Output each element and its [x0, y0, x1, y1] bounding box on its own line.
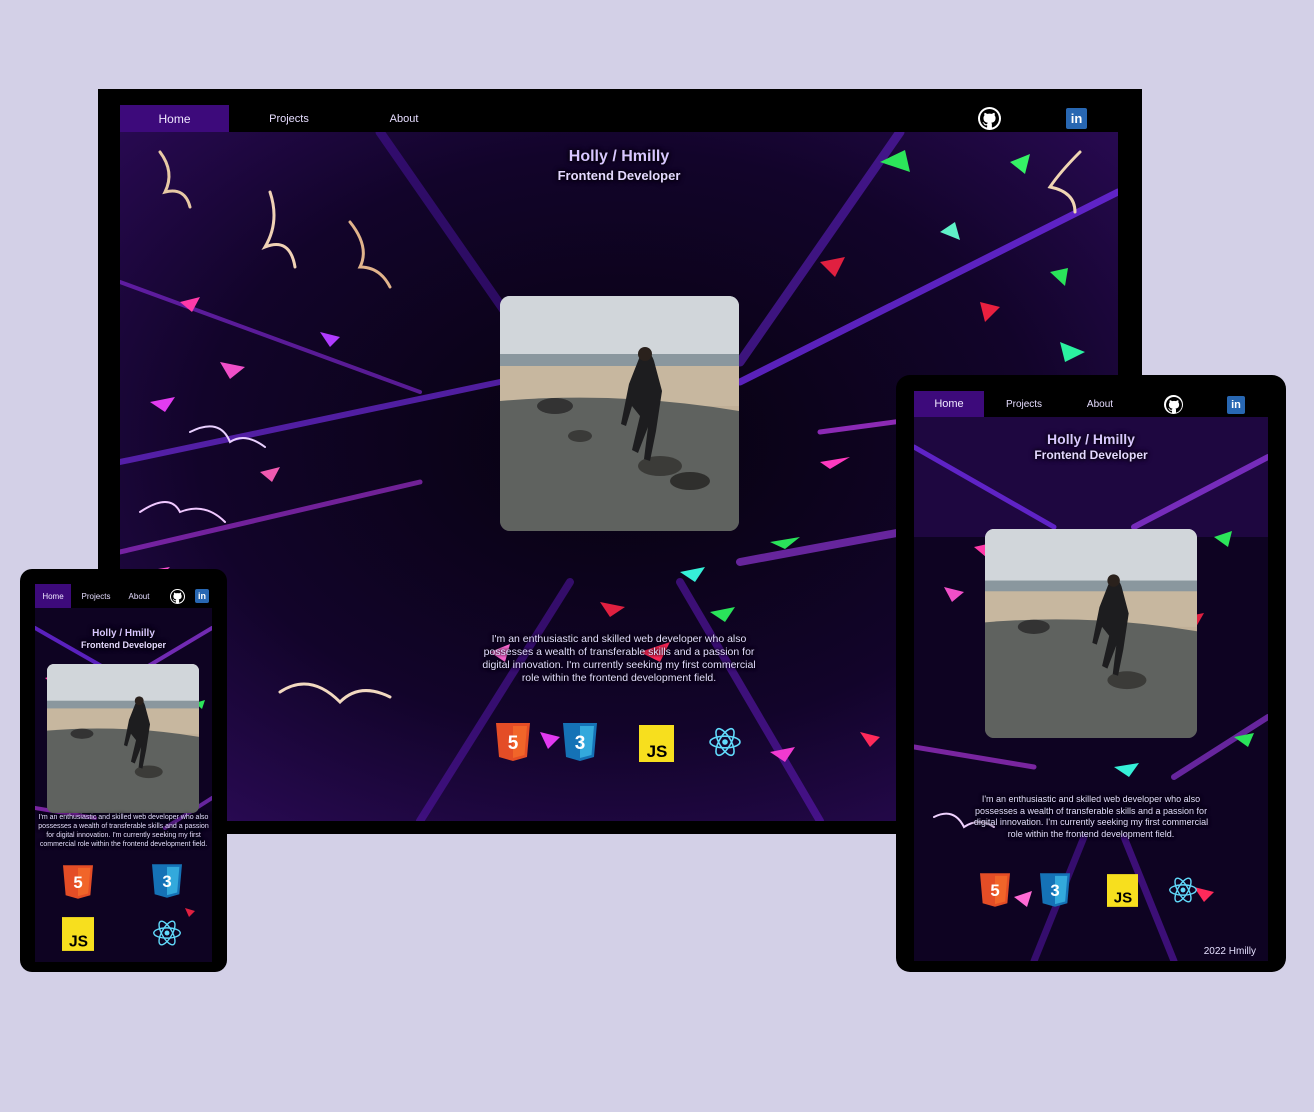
html5-icon: 5	[496, 723, 530, 761]
nav-projects[interactable]: Projects	[234, 105, 344, 132]
nav-projects[interactable]: Projects	[75, 584, 117, 608]
svg-text:JS: JS	[647, 742, 668, 761]
html5-icon: 5	[62, 865, 94, 899]
css3-icon: 3	[563, 723, 597, 761]
phone-navbar: Home Projects About in	[35, 584, 212, 608]
javascript-icon: JS	[639, 725, 674, 762]
nav-home[interactable]: Home	[120, 105, 229, 132]
svg-text:JS: JS	[1113, 889, 1131, 906]
linkedin-icon[interactable]: in	[195, 589, 209, 603]
github-icon[interactable]	[978, 107, 1001, 130]
nav-home[interactable]: Home	[35, 584, 71, 608]
svg-text:JS: JS	[69, 933, 88, 950]
phone-mockup: Home Projects About in Holly / Hmilly Fr…	[20, 569, 227, 972]
hero-name: Holly / Hmilly	[92, 628, 155, 639]
react-icon	[708, 725, 742, 759]
profile-photo	[47, 664, 199, 813]
profile-photo	[500, 296, 739, 531]
react-icon	[1168, 875, 1198, 905]
tablet-mockup: Home Projects About in Holly / Hmilly Fr…	[896, 375, 1286, 972]
hero-name: Holly / Hmilly	[1047, 431, 1135, 447]
css3-icon: 3	[151, 864, 183, 898]
nav-projects[interactable]: Projects	[988, 391, 1060, 417]
linkedin-icon[interactable]: in	[1066, 108, 1087, 129]
about-text: I'm an enthusiastic and skilled web deve…	[482, 633, 756, 685]
nav-about[interactable]: About	[1064, 391, 1136, 417]
hero-role: Frontend Developer	[80, 640, 166, 650]
javascript-icon: JS	[1106, 873, 1138, 907]
svg-text:5: 5	[508, 733, 519, 754]
about-text: I'm an enthusiastic and skilled web deve…	[973, 794, 1209, 840]
react-icon	[152, 918, 182, 948]
footer-copyright: 2022 Hmilly	[1203, 946, 1256, 957]
javascript-icon: JS	[62, 916, 94, 952]
desktop-navbar: Home Projects About in	[120, 105, 1118, 132]
about-text: I'm an enthusiastic and skilled web deve…	[38, 814, 209, 849]
phone-screen: Home Projects About in Holly / Hmilly Fr…	[35, 584, 212, 962]
github-icon[interactable]	[1164, 395, 1183, 414]
hero-role: Frontend Developer	[557, 168, 681, 183]
tablet-screen: Home Projects About in Holly / Hmilly Fr…	[914, 391, 1268, 961]
hero-heading: Holly / Hmilly Frontend Developer	[120, 148, 1118, 183]
hero-heading: Holly / Hmilly Frontend Developer	[35, 628, 212, 650]
github-icon[interactable]	[170, 589, 185, 604]
hero-heading: Holly / Hmilly Frontend Developer	[914, 431, 1268, 462]
svg-text:3: 3	[575, 733, 586, 754]
hero-name: Holly / Hmilly	[568, 148, 670, 165]
svg-text:3: 3	[1050, 881, 1059, 900]
nav-about[interactable]: About	[121, 584, 157, 608]
nav-home[interactable]: Home	[914, 391, 984, 417]
profile-photo	[985, 529, 1197, 738]
css3-icon: 3	[1039, 872, 1071, 908]
nav-about[interactable]: About	[354, 105, 454, 132]
hero-role: Frontend Developer	[1034, 448, 1148, 462]
svg-text:3: 3	[162, 872, 171, 891]
tablet-navbar: Home Projects About in	[914, 391, 1268, 417]
linkedin-icon[interactable]: in	[1227, 396, 1245, 414]
html5-icon: 5	[979, 872, 1011, 908]
svg-text:5: 5	[73, 873, 82, 892]
svg-text:5: 5	[990, 881, 999, 900]
